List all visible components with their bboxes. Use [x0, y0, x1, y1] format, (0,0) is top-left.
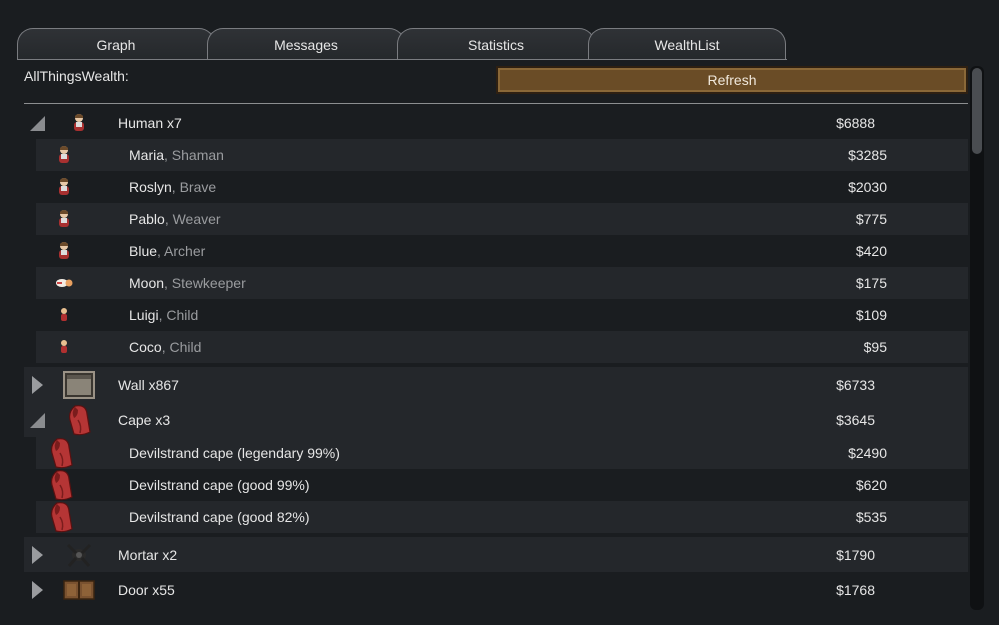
- item-name: Devilstrand cape (good 99%): [129, 477, 310, 493]
- wealth-list: Human x7 $6888 Maria, Shaman $3285 Roslyn,…: [24, 106, 968, 608]
- collapse-toggle-icon[interactable]: [28, 113, 46, 133]
- group-value: $1790: [836, 546, 875, 563]
- group-row-human[interactable]: Human x7 $6888: [24, 106, 968, 139]
- item-name: Pablo: [129, 211, 165, 227]
- item-label: Coco, Child: [129, 339, 201, 355]
- expand-toggle-icon[interactable]: [28, 545, 46, 565]
- expand-toggle-icon[interactable]: [28, 375, 46, 395]
- group-row-door[interactable]: Door x55 $1768: [24, 572, 968, 607]
- group-row-wall[interactable]: Wall x867 $6733: [24, 367, 968, 402]
- pawn-icon: [54, 241, 74, 261]
- item-label: Devilstrand cape (good 99%): [129, 477, 310, 493]
- group-row-cape[interactable]: Cape x3 $3645: [24, 402, 968, 437]
- item-role: , Archer: [157, 243, 206, 259]
- item-role: , Stewkeeper: [164, 275, 246, 291]
- pawn-lying-icon: [54, 277, 74, 289]
- cape-icon: [48, 501, 74, 533]
- item-value: $175: [855, 275, 887, 291]
- scrollbar-thumb[interactable]: [972, 68, 982, 154]
- group-label: Door x55: [118, 581, 175, 598]
- item-label: Devilstrand cape (legendary 99%): [129, 445, 340, 461]
- item-label: Pablo, Weaver: [129, 211, 221, 227]
- item-row[interactable]: Blue, Archer $420: [36, 235, 968, 267]
- collapse-toggle-icon[interactable]: [28, 410, 46, 430]
- item-row[interactable]: Coco, Child $95: [36, 331, 968, 363]
- tab-graph[interactable]: Graph: [17, 28, 215, 60]
- item-label: Devilstrand cape (good 82%): [129, 509, 310, 525]
- cape-icon: [62, 404, 96, 436]
- wall-icon: [62, 370, 96, 399]
- item-row[interactable]: Devilstrand cape (legendary 99%) $2490: [36, 437, 968, 469]
- group-value: $3645: [836, 411, 875, 428]
- item-name: Maria: [129, 147, 165, 163]
- item-label: Roslyn, Brave: [129, 179, 216, 195]
- item-value: $620: [855, 477, 887, 493]
- item-row[interactable]: Devilstrand cape (good 99%) $620: [36, 469, 968, 501]
- item-label: Moon, Stewkeeper: [129, 275, 246, 291]
- item-label: Maria, Shaman: [129, 147, 224, 163]
- item-role: , Brave: [171, 179, 217, 195]
- cape-icon: [48, 469, 74, 501]
- group-value: $6733: [836, 376, 875, 393]
- item-row[interactable]: Devilstrand cape (good 82%) $535: [36, 501, 968, 533]
- item-value: $109: [855, 307, 887, 323]
- item-name: Coco: [129, 339, 162, 355]
- item-row[interactable]: Roslyn, Brave $2030: [36, 171, 968, 203]
- item-name: Devilstrand cape (legendary 99%): [129, 445, 340, 461]
- item-label: Blue, Archer: [129, 243, 205, 259]
- header-divider: [24, 103, 968, 104]
- item-row[interactable]: Luigi, Child $109: [36, 299, 968, 331]
- item-row[interactable]: Moon, Stewkeeper $175: [36, 267, 968, 299]
- door-icon: [62, 579, 96, 600]
- refresh-button[interactable]: Refresh: [496, 66, 968, 94]
- item-name: Roslyn: [129, 179, 172, 195]
- item-name: Blue: [129, 243, 158, 259]
- wealth-window: Graph Messages Statistics WealthList All…: [0, 0, 999, 625]
- item-row[interactable]: Maria, Shaman $3285: [36, 139, 968, 171]
- pawn-icon: [54, 145, 74, 165]
- item-role: , Shaman: [164, 147, 224, 163]
- tab-messages[interactable]: Messages: [207, 28, 405, 60]
- item-row[interactable]: Pablo, Weaver $775: [36, 203, 968, 235]
- item-role: , Child: [161, 339, 202, 355]
- item-name: Luigi: [129, 307, 159, 323]
- item-value: $420: [855, 243, 887, 259]
- item-name: Devilstrand cape (good 82%): [129, 509, 310, 525]
- item-label: Luigi, Child: [129, 307, 198, 323]
- group-value: $6888: [836, 114, 875, 131]
- item-value: $3285: [848, 147, 887, 163]
- item-value: $2030: [848, 179, 887, 195]
- pawn-icon: [62, 113, 96, 133]
- group-label: Mortar x2: [118, 546, 178, 563]
- item-name: Moon: [129, 275, 165, 291]
- group-value: $1768: [836, 581, 875, 598]
- tab-baseline: [17, 59, 787, 60]
- group-label: Human x7: [118, 114, 182, 131]
- item-value: $95: [863, 339, 887, 355]
- tab-wealthlist[interactable]: WealthList: [588, 28, 786, 60]
- pawn-icon: [54, 177, 74, 197]
- cape-icon: [48, 437, 74, 469]
- group-label: Cape x3: [118, 411, 171, 428]
- item-role: , Child: [158, 307, 199, 323]
- group-row-mortar[interactable]: Mortar x2 $1790: [24, 537, 968, 572]
- expand-toggle-icon[interactable]: [28, 580, 46, 600]
- tab-statistics[interactable]: Statistics: [397, 28, 595, 60]
- page-title: AllThingsWealth:: [24, 68, 129, 84]
- item-value: $535: [855, 509, 887, 525]
- group-label: Wall x867: [118, 376, 179, 393]
- item-value: $775: [855, 211, 887, 227]
- child-icon: [54, 307, 74, 323]
- pawn-icon: [54, 209, 74, 229]
- child-icon: [54, 339, 74, 355]
- item-role: , Weaver: [164, 211, 221, 227]
- mortar-icon: [62, 542, 96, 568]
- item-value: $2490: [848, 445, 887, 461]
